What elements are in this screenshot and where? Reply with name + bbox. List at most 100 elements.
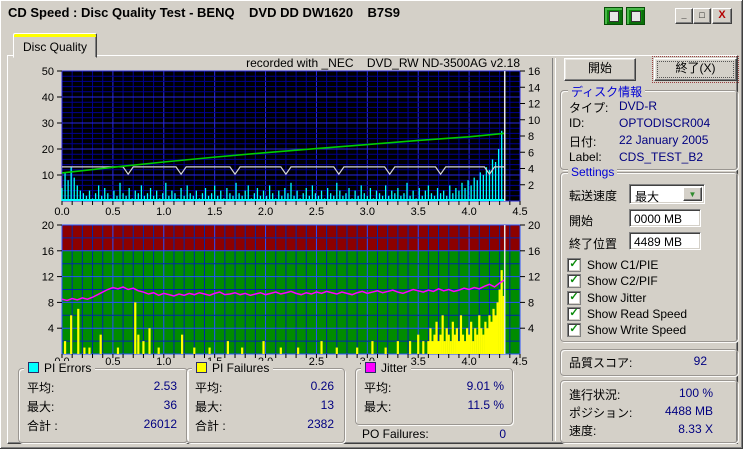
- speed-label: 速度:: [569, 422, 596, 439]
- jitter-pi-failures-chart: 48121620481216200.00.51.01.52.02.53.03.5…: [10, 218, 555, 370]
- progress-value: 100 %: [679, 386, 713, 400]
- close-button[interactable]: X: [712, 8, 732, 24]
- title-bar: CD Speed : Disc Quality Test - BENQ DVD …: [3, 3, 740, 22]
- svg-text:10: 10: [42, 170, 54, 182]
- progress-group: 進行状況:100 % ポジション:4488 MB 速度:8.33 X: [560, 380, 738, 443]
- svg-text:40: 40: [42, 92, 54, 104]
- pi-errors-chart: 10203040502468101214160.00.51.01.52.02.5…: [10, 57, 555, 220]
- total-value: 26012: [144, 417, 177, 431]
- start-position-field[interactable]: 0000 MB: [629, 209, 701, 227]
- id-label: ID:: [569, 116, 584, 130]
- avg-label: 平均:: [27, 379, 54, 396]
- vertical-separator: [552, 58, 556, 441]
- drive-icon[interactable]: [626, 7, 645, 25]
- jitter-legend-swatch: [365, 362, 376, 373]
- svg-text:2.5: 2.5: [309, 206, 324, 218]
- svg-text:3.0: 3.0: [360, 206, 375, 218]
- chevron-down-icon[interactable]: ▼: [683, 187, 702, 201]
- svg-text:4.0: 4.0: [461, 356, 476, 368]
- max-label: 最大:: [195, 398, 222, 415]
- pi-errors-legend-swatch: [28, 362, 39, 373]
- svg-text:0.5: 0.5: [105, 356, 120, 368]
- type-label: タイプ:: [569, 99, 608, 116]
- svg-text:50: 50: [42, 66, 54, 78]
- pi-failures-title: PI Failures: [212, 361, 269, 375]
- max-value: 13: [321, 398, 334, 412]
- label-label: Label:: [569, 150, 602, 164]
- start-button[interactable]: 開始: [564, 58, 636, 81]
- svg-text:0.0: 0.0: [54, 206, 69, 218]
- svg-text:20: 20: [528, 220, 540, 232]
- checkbox-icon[interactable]: ✓: [567, 323, 581, 337]
- avg-value: 0.26: [311, 379, 334, 393]
- tab-disc-quality[interactable]: Disc Quality: [13, 33, 97, 58]
- avg-label: 平均:: [364, 379, 391, 396]
- drive-icon-slot: [631, 11, 641, 22]
- jitter-panel: Jitter 平均:9.01 % 最大:11.5 %: [355, 368, 513, 425]
- pi-errors-panel: PI Errors 平均:2.53 最大:36 合計 :26012: [18, 368, 188, 443]
- svg-text:20: 20: [42, 220, 54, 232]
- maximize-button[interactable]: □: [693, 8, 711, 24]
- svg-text:4.0: 4.0: [461, 206, 476, 218]
- svg-text:4: 4: [528, 323, 534, 335]
- avg-value: 9.01 %: [467, 379, 504, 393]
- end-position-field[interactable]: 4489 MB: [629, 232, 701, 250]
- checkbox-label: Show Jitter: [587, 291, 646, 305]
- svg-text:recorded with _NEC DVD_RW N: recorded with _NEC DVD_RW ND-3500AG v2.1…: [246, 57, 520, 70]
- transfer-speed-label: 転送速度: [569, 187, 617, 204]
- svg-text:14: 14: [528, 82, 540, 94]
- tab-label: Disc Quality: [14, 40, 96, 54]
- svg-text:4.5: 4.5: [512, 356, 527, 368]
- svg-text:10: 10: [528, 115, 540, 127]
- po-failures-row: PO Failures: 0: [362, 427, 508, 443]
- svg-text:30: 30: [42, 118, 54, 130]
- type-value: DVD-R: [619, 99, 657, 113]
- speed-value: 8.33 X: [678, 422, 713, 436]
- transfer-speed-select[interactable]: 最大 ▼: [629, 184, 705, 204]
- svg-text:12: 12: [528, 99, 540, 111]
- checkbox-label: Show Write Speed: [587, 323, 686, 337]
- checkbox-icon[interactable]: ✓: [567, 258, 581, 272]
- disc-info-group: ディスク情報 タイプ:DVD-R ID:OPTODISCR004 日付:22 J…: [560, 90, 738, 170]
- disc-info-title: ディスク情報: [568, 83, 645, 100]
- settings-group: Settings 転送速度 最大 ▼ 開始 0000 MB 終了位置 4489 …: [560, 172, 738, 342]
- quality-score-value: 92: [694, 354, 707, 368]
- svg-text:4.5: 4.5: [512, 206, 527, 218]
- id-value: OPTODISCR004: [619, 116, 710, 130]
- total-label: 合計 :: [27, 417, 58, 434]
- svg-text:12: 12: [42, 272, 54, 284]
- report-icon[interactable]: [604, 7, 623, 25]
- svg-text:12: 12: [528, 272, 540, 284]
- svg-text:2: 2: [528, 180, 534, 192]
- checkbox-icon[interactable]: ✓: [567, 274, 581, 288]
- svg-text:8: 8: [528, 131, 534, 143]
- po-failures-value: 0: [499, 427, 506, 441]
- position-label: ポジション:: [569, 404, 632, 421]
- checkbox-icon[interactable]: ✓: [567, 291, 581, 305]
- progress-label: 進行状況:: [569, 386, 620, 403]
- focus-rect: [657, 61, 734, 78]
- window-title: CD Speed : Disc Quality Test - BENQ DVD …: [8, 5, 400, 20]
- active-tab-highlight: [14, 34, 96, 37]
- label-value: CDS_TEST_B2: [619, 150, 703, 164]
- start-position-label: 開始: [569, 212, 593, 229]
- svg-text:2.0: 2.0: [258, 206, 273, 218]
- checkbox-label: Show C2/PIF: [587, 274, 658, 288]
- quality-score-group: 品質スコア: 92: [560, 349, 738, 376]
- svg-text:2.5: 2.5: [309, 356, 324, 368]
- date-value: 22 January 2005: [619, 133, 708, 147]
- svg-text:16: 16: [528, 246, 540, 258]
- svg-text:20: 20: [42, 144, 54, 156]
- exit-button[interactable]: 終了(X): [654, 58, 737, 81]
- svg-text:6: 6: [528, 147, 534, 159]
- quality-score-label: 品質スコア:: [569, 354, 632, 371]
- checkbox-label: Show C1/PIE: [587, 258, 658, 272]
- svg-text:8: 8: [48, 297, 54, 309]
- svg-text:3.5: 3.5: [411, 206, 426, 218]
- svg-text:4: 4: [48, 323, 54, 335]
- checkbox-icon[interactable]: ✓: [567, 307, 581, 321]
- avg-value: 2.53: [154, 379, 177, 393]
- max-value: 36: [164, 398, 177, 412]
- pi-failures-panel: PI Failures 平均:0.26 最大:13 合計 :2382: [186, 368, 345, 443]
- minimize-button[interactable]: _: [675, 8, 693, 24]
